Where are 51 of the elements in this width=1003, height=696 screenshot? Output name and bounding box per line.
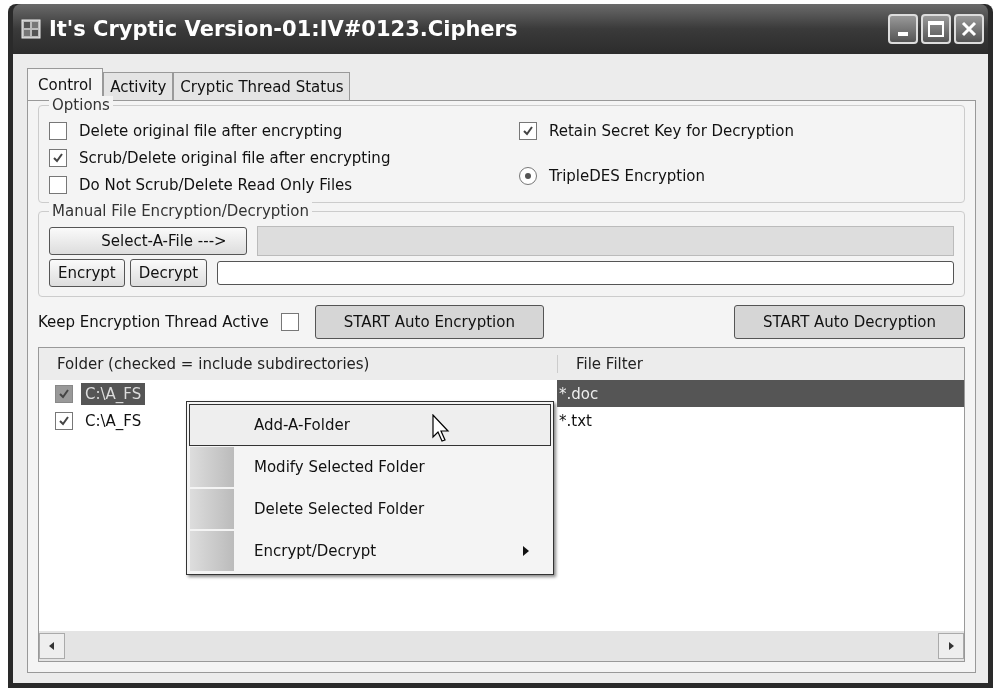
group-title: Manual File Encryption/Decryption xyxy=(49,202,313,220)
checkbox-label: Delete original file after encrypting xyxy=(79,122,343,140)
folder-path[interactable]: C:\A_FS xyxy=(81,409,146,432)
check-icon xyxy=(52,152,64,164)
decrypt-button[interactable]: Decrypt xyxy=(129,259,208,287)
menu-item[interactable]: Modify Selected Folder xyxy=(189,446,551,488)
radio-button[interactable] xyxy=(519,167,537,185)
checkbox[interactable] xyxy=(55,411,73,430)
group-title: Options xyxy=(49,96,113,114)
checkbox-label: Retain Secret Key for Decryption xyxy=(549,122,794,140)
maximize-button[interactable] xyxy=(921,14,951,44)
tab[interactable]: Activity xyxy=(103,72,174,100)
checkbox[interactable] xyxy=(519,122,537,140)
folder-path[interactable]: C:\A_FS xyxy=(81,382,146,405)
start-decryption-button[interactable]: START Auto Decryption xyxy=(734,305,965,339)
checkbox-label: Scrub/Delete original file after encrypting xyxy=(79,149,391,167)
close-icon xyxy=(961,21,977,37)
check-icon xyxy=(522,125,534,137)
file-filter[interactable]: *.doc xyxy=(557,380,964,407)
checkbox[interactable] xyxy=(280,313,299,331)
checkbox-label: Do Not Scrub/Delete Read Only Files xyxy=(79,176,353,194)
minimize-button[interactable] xyxy=(888,14,918,44)
file-filter[interactable]: *.txt xyxy=(557,411,592,430)
checkbox[interactable] xyxy=(49,176,67,194)
check-icon xyxy=(58,387,70,400)
select-file-button[interactable]: Select-A-File ---> xyxy=(49,227,247,255)
menu-item[interactable]: Encrypt/Decrypt xyxy=(189,530,551,572)
minimize-icon xyxy=(898,32,908,36)
checkbox-label: Keep Encryption Thread Active xyxy=(38,313,269,331)
checkbox[interactable] xyxy=(49,149,67,167)
maximize-icon xyxy=(928,21,944,37)
start-encryption-button[interactable]: START Auto Encryption xyxy=(314,305,544,339)
checkbox[interactable] xyxy=(55,384,73,403)
radio-label: TripleDES Encryption xyxy=(549,167,706,185)
scroll-left-icon[interactable] xyxy=(39,633,65,659)
submenu-arrow-icon xyxy=(522,545,530,557)
scroll-right-icon[interactable] xyxy=(938,633,964,659)
tab[interactable]: Cryptic Thread Status xyxy=(173,72,351,100)
encrypt-button[interactable]: Encrypt xyxy=(49,259,125,287)
pointer-icon xyxy=(432,414,452,444)
window-title: It's Cryptic Version-01:IV#0123.Ciphers xyxy=(49,17,519,41)
column-header[interactable]: Folder (checked = include subdirectories) xyxy=(39,355,558,373)
app-icon xyxy=(21,19,41,39)
close-button[interactable] xyxy=(954,14,984,44)
horizontal-scrollbar[interactable] xyxy=(39,631,964,661)
file-path-field[interactable] xyxy=(257,226,954,256)
checkbox[interactable] xyxy=(49,122,67,140)
menu-item[interactable]: Delete Selected Folder xyxy=(189,488,551,530)
column-header[interactable]: File Filter xyxy=(558,355,644,373)
menu-item[interactable]: Add-A-Folder xyxy=(189,404,551,446)
check-icon xyxy=(58,414,70,427)
